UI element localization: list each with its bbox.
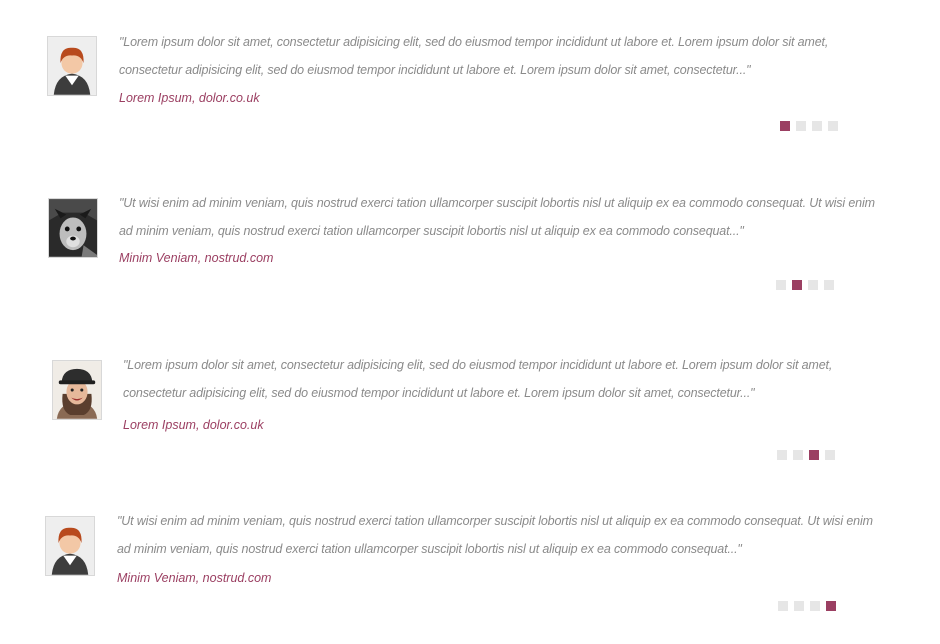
testimonial-quote: "Ut wisi enim ad minim veniam, quis nost… <box>119 196 875 238</box>
pagination-dot[interactable] <box>778 601 788 611</box>
person-with-hat-avatar-icon <box>52 360 102 420</box>
pagination-dot[interactable] <box>812 121 822 131</box>
pagination-dot[interactable] <box>826 601 836 611</box>
pagination-dot[interactable] <box>780 121 790 131</box>
pagination-dot[interactable] <box>793 450 803 460</box>
cartoon-boy-avatar-icon <box>45 516 95 576</box>
testimonial-quote: "Ut wisi enim ad minim veniam, quis nost… <box>117 514 873 556</box>
pagination-dot[interactable] <box>824 280 834 290</box>
testimonial-item: "Lorem ipsum dolor sit amet, consectetur… <box>0 0 940 131</box>
slide-pagination <box>778 601 836 611</box>
testimonial-author-link[interactable]: Minim Veniam, nostrud.com <box>117 570 271 586</box>
slide-pagination <box>776 280 834 290</box>
pagination-dot[interactable] <box>796 121 806 131</box>
pagination-dot[interactable] <box>794 601 804 611</box>
pagination-dot[interactable] <box>810 601 820 611</box>
pagination-dot[interactable] <box>825 450 835 460</box>
testimonial-author-link[interactable]: Minim Veniam, nostrud.com <box>119 250 273 266</box>
dog-photo-avatar-icon <box>48 198 98 258</box>
testimonial-quote: "Lorem ipsum dolor sit amet, consectetur… <box>119 35 829 77</box>
slide-pagination <box>777 450 835 460</box>
pagination-dot[interactable] <box>777 450 787 460</box>
slide-pagination <box>780 121 838 131</box>
testimonial-author-link[interactable]: Lorem Ipsum, dolor.co.uk <box>123 417 264 433</box>
pagination-dot[interactable] <box>808 280 818 290</box>
testimonial-quote: "Lorem ipsum dolor sit amet, consectetur… <box>123 358 833 400</box>
pagination-dot[interactable] <box>776 280 786 290</box>
testimonial-author-link[interactable]: Lorem Ipsum, dolor.co.uk <box>119 90 260 106</box>
pagination-dot[interactable] <box>809 450 819 460</box>
testimonial-item: "Ut wisi enim ad minim veniam, quis nost… <box>0 160 940 290</box>
pagination-dot[interactable] <box>792 280 802 290</box>
cartoon-boy-avatar-icon <box>47 36 97 96</box>
testimonial-item: "Lorem ipsum dolor sit amet, consectetur… <box>0 320 940 460</box>
testimonial-item: "Ut wisi enim ad minim veniam, quis nost… <box>0 480 940 611</box>
pagination-dot[interactable] <box>828 121 838 131</box>
